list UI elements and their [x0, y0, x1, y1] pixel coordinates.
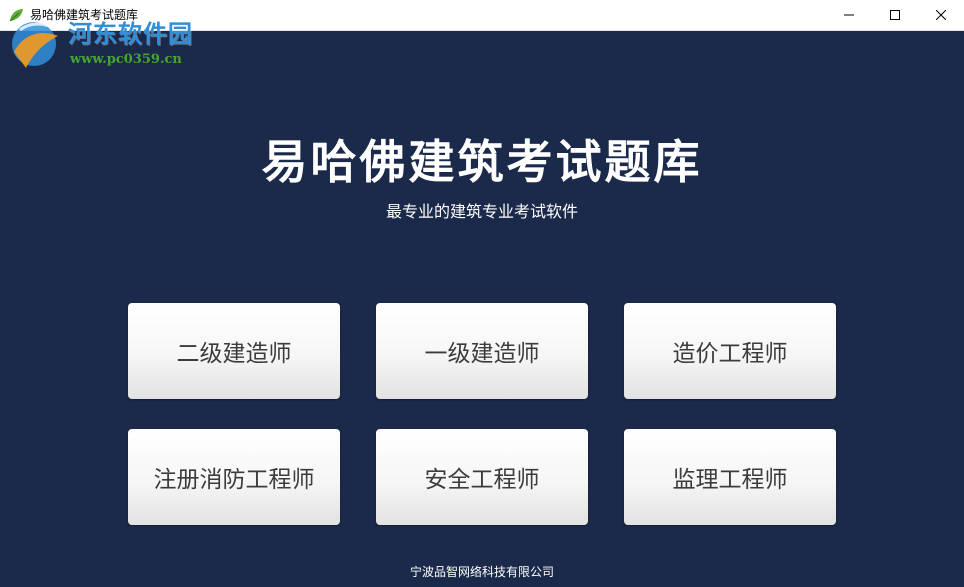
watermark-logo-icon — [6, 12, 66, 72]
page-subtitle: 最专业的建筑专业考试软件 — [385, 202, 578, 221]
watermark-name: 河东软件园 — [68, 19, 193, 48]
maximize-button[interactable] — [872, 0, 918, 30]
maximize-icon — [890, 10, 900, 20]
exam-button-cost-engineer[interactable]: 造价工程师 — [624, 303, 836, 399]
watermark-url: www.pc0359.cn — [70, 52, 182, 67]
exam-button-second-class-constructor[interactable]: 二级建造师 — [128, 303, 340, 399]
exam-button-supervision-engineer[interactable]: 监理工程师 — [624, 429, 836, 525]
exam-button-grid: 二级建造师 一级建造师 造价工程师 注册消防工程师 安全工程师 监理工程师 — [128, 303, 836, 525]
close-icon — [936, 10, 946, 20]
exam-button-first-class-constructor[interactable]: 一级建造师 — [376, 303, 588, 399]
watermark: 河东软件园 www.pc0359.cn — [6, 8, 216, 72]
footer-company: 宁波品智网络科技有限公司 — [409, 565, 554, 579]
minimize-icon — [844, 10, 854, 20]
exam-button-safety-engineer[interactable]: 安全工程师 — [376, 429, 588, 525]
minimize-button[interactable] — [826, 0, 872, 30]
app-window: 易哈佛建筑考试题库 河东软件园 www.pc0359.cn 易哈佛建筑考试题库 … — [0, 0, 964, 587]
close-button[interactable] — [918, 0, 964, 30]
page-title: 易哈佛建筑考试题库 — [261, 135, 703, 189]
exam-button-fire-safety-engineer[interactable]: 注册消防工程师 — [128, 429, 340, 525]
